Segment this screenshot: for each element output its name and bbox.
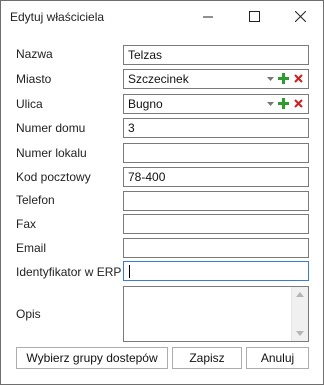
chevron-down-icon[interactable]: [267, 102, 274, 106]
numer-lokalu-input[interactable]: [123, 143, 309, 163]
nazwa-input[interactable]: Telzas: [123, 45, 309, 65]
ulica-combo[interactable]: Bugno: [123, 94, 309, 114]
x-icon[interactable]: [293, 98, 304, 109]
email-input[interactable]: [123, 238, 309, 258]
miasto-value: Szczecinek: [128, 72, 189, 86]
select-access-groups-button[interactable]: Wybierz grupy dostepów: [16, 347, 168, 369]
kod-pocztowy-input[interactable]: 78-400: [123, 167, 309, 187]
x-icon[interactable]: [293, 73, 304, 84]
fax-input[interactable]: [123, 214, 309, 234]
erp-id-input[interactable]: [123, 261, 309, 281]
save-button[interactable]: Zapisz: [172, 347, 242, 369]
plus-icon[interactable]: [278, 98, 289, 109]
maximize-button[interactable]: [231, 1, 277, 32]
opis-scrollbar[interactable]: [291, 287, 308, 341]
ulica-value: Bugno: [128, 97, 163, 111]
kod-pocztowy-label: Kod pocztowy: [16, 170, 91, 184]
scroll-up-icon[interactable]: [296, 292, 304, 297]
miasto-combo[interactable]: Szczecinek: [123, 69, 309, 89]
window-title: Edytuj właściciela: [10, 10, 105, 24]
telefon-label: Telefon: [16, 193, 55, 207]
opis-label: Opis: [16, 307, 41, 321]
opis-textarea[interactable]: [123, 286, 309, 342]
numer-lokalu-label: Numer lokalu: [16, 146, 87, 160]
erp-id-label: Identyfikator w ERP: [16, 265, 122, 279]
title-bar: Edytuj właściciela: [1, 1, 323, 32]
maximize-icon: [248, 11, 260, 22]
plus-icon[interactable]: [278, 73, 289, 84]
text-caret: [129, 265, 130, 278]
email-label: Email: [16, 241, 47, 255]
numer-domu-input[interactable]: 3: [123, 118, 309, 138]
miasto-label: Miasto: [16, 72, 52, 86]
scroll-down-icon[interactable]: [296, 331, 304, 336]
numer-domu-label: Numer domu: [16, 121, 86, 135]
edit-owner-dialog: Edytuj właściciela Nazwa Telzas Miasto S…: [0, 0, 324, 385]
chevron-down-icon[interactable]: [267, 77, 274, 81]
fax-label: Fax: [16, 217, 37, 231]
nazwa-label: Nazwa: [16, 47, 53, 61]
close-icon: [294, 11, 306, 22]
ulica-label: Ulica: [16, 97, 43, 111]
close-button[interactable]: [277, 1, 323, 32]
cancel-button[interactable]: Anuluj: [246, 347, 309, 369]
minimize-button[interactable]: [185, 1, 231, 32]
telefon-input[interactable]: [123, 191, 309, 211]
minimize-icon: [202, 16, 213, 18]
